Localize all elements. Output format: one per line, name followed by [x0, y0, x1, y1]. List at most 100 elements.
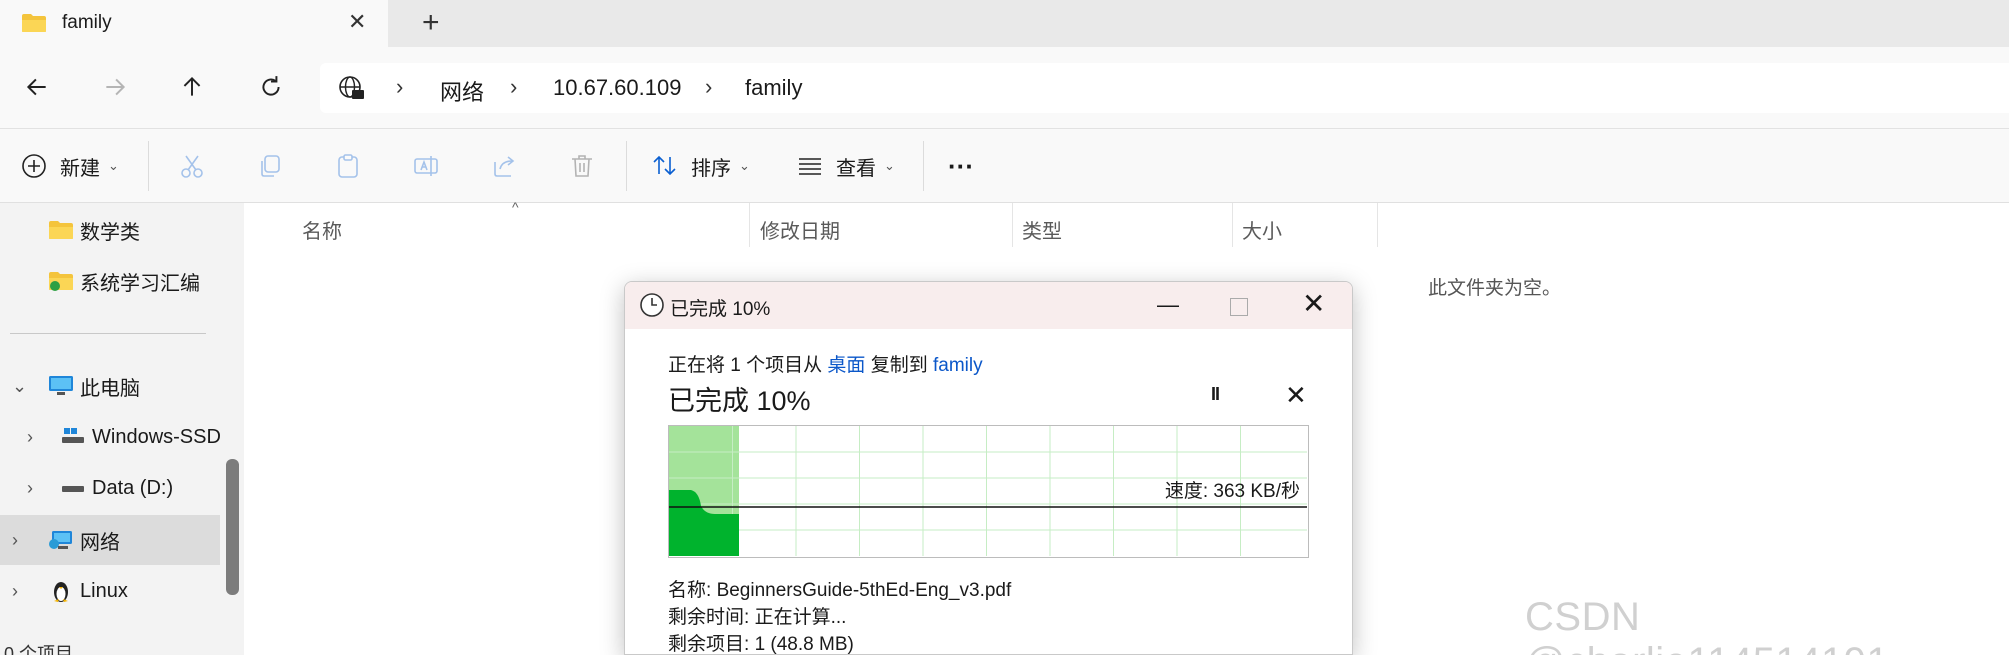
column-divider[interactable] — [1232, 203, 1233, 247]
sidebar-scrollbar[interactable] — [226, 459, 239, 595]
sidebar-item-linux[interactable]: › Linux — [0, 566, 220, 616]
computer-icon — [49, 376, 73, 395]
folder-icon — [49, 221, 73, 239]
folder-icon — [22, 14, 46, 32]
dialog-title: 已完成 10% — [670, 299, 771, 320]
minimize-button[interactable]: — — [1157, 292, 1179, 318]
sidebar-item-windows-ssd[interactable]: › Windows-SSD — [0, 412, 220, 462]
collapse-chevron-icon[interactable]: ⌄ — [12, 376, 27, 397]
items-remaining-label: 剩余项目: — [668, 634, 750, 655]
time-remaining-row: 剩余时间: 正在计算... — [668, 602, 846, 629]
transfer-speed-label: 速度: 363 KB/秒 — [1164, 481, 1300, 502]
address-bar[interactable]: › 网络 › 10.67.60.109 › family — [320, 63, 2009, 113]
sort-icon — [653, 155, 676, 176]
new-button[interactable]: 新建 ⌄ — [20, 129, 119, 203]
forward-button[interactable] — [95, 67, 135, 107]
toolbar-divider — [148, 141, 149, 191]
view-button[interactable]: 查看 ⌄ — [796, 129, 895, 203]
column-header-date[interactable]: 修改日期 — [760, 215, 840, 244]
column-divider[interactable] — [749, 203, 750, 247]
sidebar-item-label: 系统学习汇编 — [80, 272, 200, 295]
column-header-type[interactable]: 类型 — [1022, 215, 1062, 244]
sidebar-item-this-pc[interactable]: ⌄ 此电脑 — [0, 361, 220, 411]
breadcrumb-separator: › — [510, 74, 518, 99]
more-options-button[interactable]: ··· — [948, 129, 974, 203]
penguin-icon — [54, 582, 68, 602]
new-tab-button[interactable]: + — [422, 6, 440, 40]
sidebar-divider — [10, 333, 206, 334]
share-button[interactable] — [490, 129, 518, 203]
navigation-pane: 数学类 系统学习汇编 ⌄ 此电脑 › Windows-SSD › Data (D… — [0, 203, 220, 655]
chevron-down-icon: ⌄ — [884, 158, 895, 173]
sidebar-item-network[interactable]: › 网络 — [0, 515, 220, 565]
sort-button[interactable]: 排序 ⌄ — [651, 129, 750, 203]
copy-description-prefix: 正在将 1 个项目从 — [668, 355, 828, 376]
column-header-name[interactable]: 名称 — [302, 215, 342, 244]
percent-complete-label: 已完成 10% — [668, 386, 811, 416]
plus-circle-icon — [22, 154, 46, 178]
network-icon — [49, 531, 72, 549]
breadcrumb-network[interactable]: 网络 — [440, 75, 484, 107]
copy-icon — [261, 155, 280, 177]
file-name-row: 名称: BeginnersGuide-5thEd-Eng_v3.pdf — [668, 575, 1011, 602]
tab-close-button[interactable]: ✕ — [348, 9, 366, 35]
refresh-button[interactable] — [251, 67, 291, 107]
chevron-down-icon: ⌄ — [739, 158, 750, 173]
up-button[interactable] — [172, 67, 212, 107]
sidebar-item-study[interactable]: 系统学习汇编 — [0, 256, 220, 306]
paste-button[interactable] — [334, 129, 362, 203]
sidebar-item-label: Windows-SSD — [92, 425, 220, 448]
sidebar-item-data-d[interactable]: › Data (D:) — [0, 463, 220, 513]
transfer-speed-graph: 速度: 363 KB/秒 — [668, 425, 1309, 558]
breadcrumb-separator: › — [705, 74, 713, 99]
item-count-status: 0 个项目 — [4, 644, 74, 655]
maximize-button[interactable] — [1230, 298, 1248, 316]
trash-icon — [572, 155, 592, 177]
tab-title: family — [62, 12, 112, 33]
breadcrumb-ip[interactable]: 10.67.60.109 — [553, 75, 681, 101]
rename-icon — [414, 156, 438, 176]
stop-copy-button[interactable]: ✕ — [1285, 380, 1307, 411]
expand-chevron-icon[interactable]: › — [12, 581, 18, 602]
drive-icon — [62, 428, 84, 443]
network-globe-icon — [339, 76, 364, 99]
sidebar-item-label: 网络 — [80, 531, 120, 554]
sort-indicator-icon: ^ — [512, 199, 519, 215]
items-remaining-value: 1 (48.8 MB) — [754, 634, 854, 655]
breadcrumb-separator: › — [396, 74, 404, 99]
sidebar-item-label: 数学类 — [80, 221, 140, 244]
copy-button[interactable] — [256, 129, 284, 203]
arrow-up-icon — [183, 76, 201, 96]
column-divider[interactable] — [1377, 203, 1378, 247]
column-divider[interactable] — [1012, 203, 1013, 247]
tab-bar: family ✕ + — [0, 0, 2009, 47]
clock-icon — [640, 293, 664, 317]
items-remaining-row: 剩余项目: 1 (48.8 MB) — [668, 629, 854, 655]
expand-chevron-icon[interactable]: › — [27, 478, 33, 499]
time-remaining-label: 剩余时间: — [668, 607, 750, 628]
command-toolbar: 新建 ⌄ 排序 ⌄ 查看 ⌄ ··· — [0, 129, 2009, 203]
empty-folder-message: 此文件夹为空。 — [1428, 278, 1562, 299]
chevron-down-icon: ⌄ — [108, 158, 119, 173]
back-button[interactable] — [17, 67, 57, 107]
expand-chevron-icon[interactable]: › — [27, 427, 33, 448]
tab-family[interactable]: family ✕ — [0, 0, 388, 47]
folder-sync-icon — [49, 272, 73, 291]
delete-button[interactable] — [568, 129, 596, 203]
expand-chevron-icon[interactable]: › — [12, 530, 18, 551]
view-list-icon — [799, 158, 821, 175]
breadcrumb-family[interactable]: family — [745, 75, 802, 101]
pause-button[interactable]: II — [1211, 384, 1220, 405]
cut-button[interactable] — [178, 129, 206, 203]
destination-link[interactable]: family — [933, 355, 983, 376]
sidebar-item-math[interactable]: 数学类 — [0, 205, 220, 255]
scissors-icon — [181, 155, 203, 178]
copy-description: 正在将 1 个项目从 桌面 复制到 family — [668, 350, 983, 377]
rename-button[interactable] — [412, 129, 440, 203]
source-link[interactable]: 桌面 — [827, 355, 865, 376]
dialog-close-button[interactable]: ✕ — [1302, 287, 1325, 320]
column-header-size[interactable]: 大小 — [1242, 215, 1282, 244]
toolbar-divider — [923, 141, 924, 191]
drive-icon — [62, 486, 84, 492]
arrow-left-icon — [26, 78, 46, 96]
